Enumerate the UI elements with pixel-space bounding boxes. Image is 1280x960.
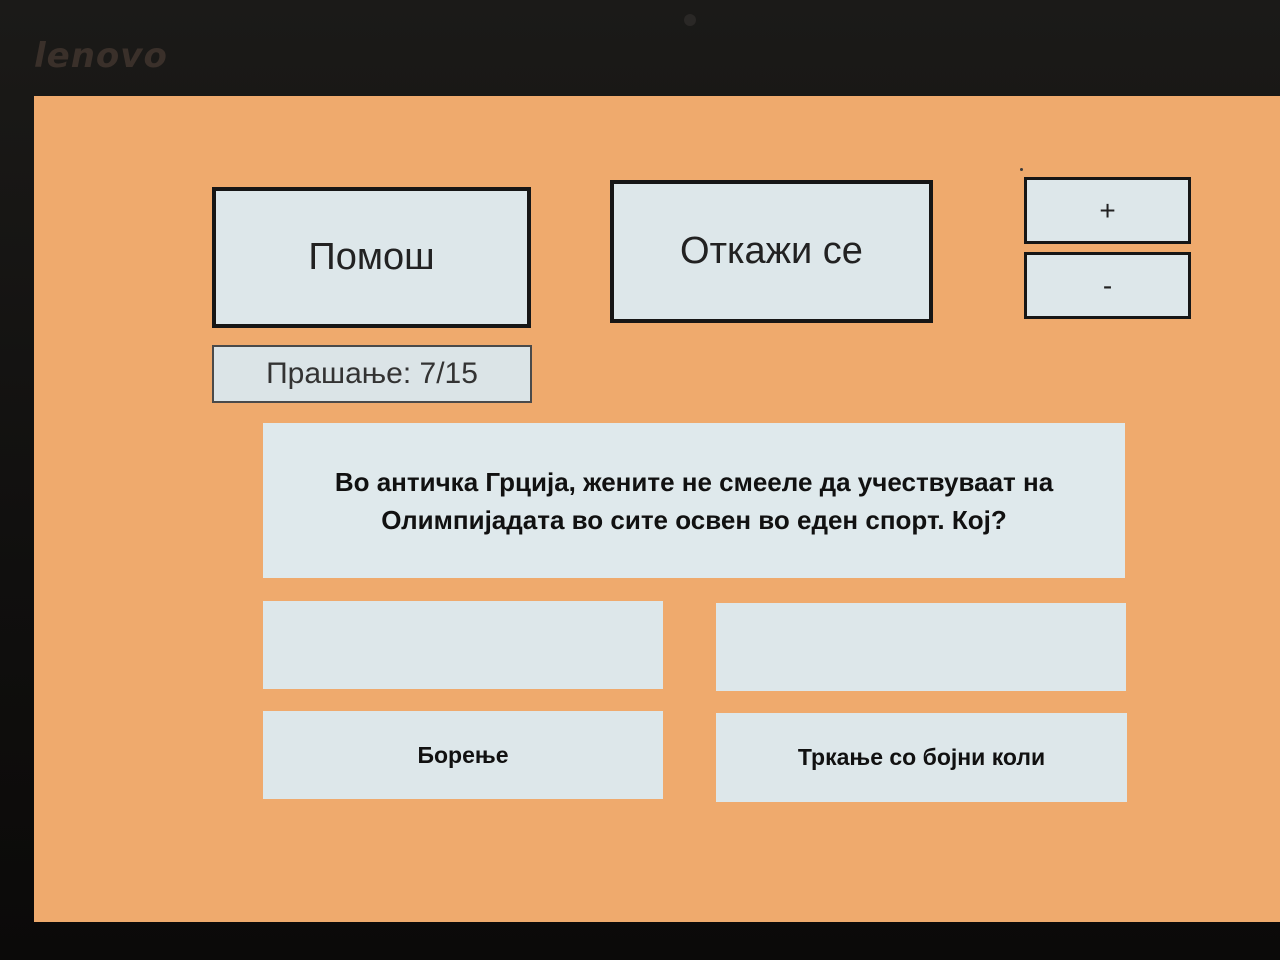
answer-b-button[interactable] xyxy=(716,603,1126,691)
zoom-out-button[interactable]: - xyxy=(1024,252,1191,319)
question-counter: Прашање: 7/15 xyxy=(212,345,532,403)
answer-c-label: Борење xyxy=(417,741,509,768)
question-panel: Во античка Грција, жените не смееле да у… xyxy=(263,423,1125,578)
question-line-2: Олимпијадата во сите освен во еден спорт… xyxy=(381,504,1007,535)
zoom-in-button[interactable]: + xyxy=(1024,177,1191,244)
question-line-1: Во античка Грција, жените не смееле да у… xyxy=(334,466,1054,497)
question-text: Во античка Грција, жените не смееле да у… xyxy=(335,463,1053,539)
quit-button-label: Откажи се xyxy=(680,230,863,272)
camera-icon xyxy=(684,14,696,26)
question-counter-text: Прашање: 7/15 xyxy=(266,357,478,390)
quit-button[interactable]: Откажи се xyxy=(610,180,933,323)
answer-d-label: Тркање со бојни коли xyxy=(797,744,1046,770)
brand-logo: lenovo xyxy=(34,36,168,76)
plus-icon: + xyxy=(1099,194,1116,226)
answer-c-button[interactable]: Борење xyxy=(263,711,663,799)
marker-dot xyxy=(1020,168,1023,171)
answer-a-button[interactable] xyxy=(263,601,663,689)
answer-d-button[interactable]: Тркање со бојни коли xyxy=(716,713,1127,802)
minus-icon: - xyxy=(1102,269,1113,301)
help-button[interactable]: Помош xyxy=(212,187,531,328)
help-button-label: Помош xyxy=(308,236,435,278)
